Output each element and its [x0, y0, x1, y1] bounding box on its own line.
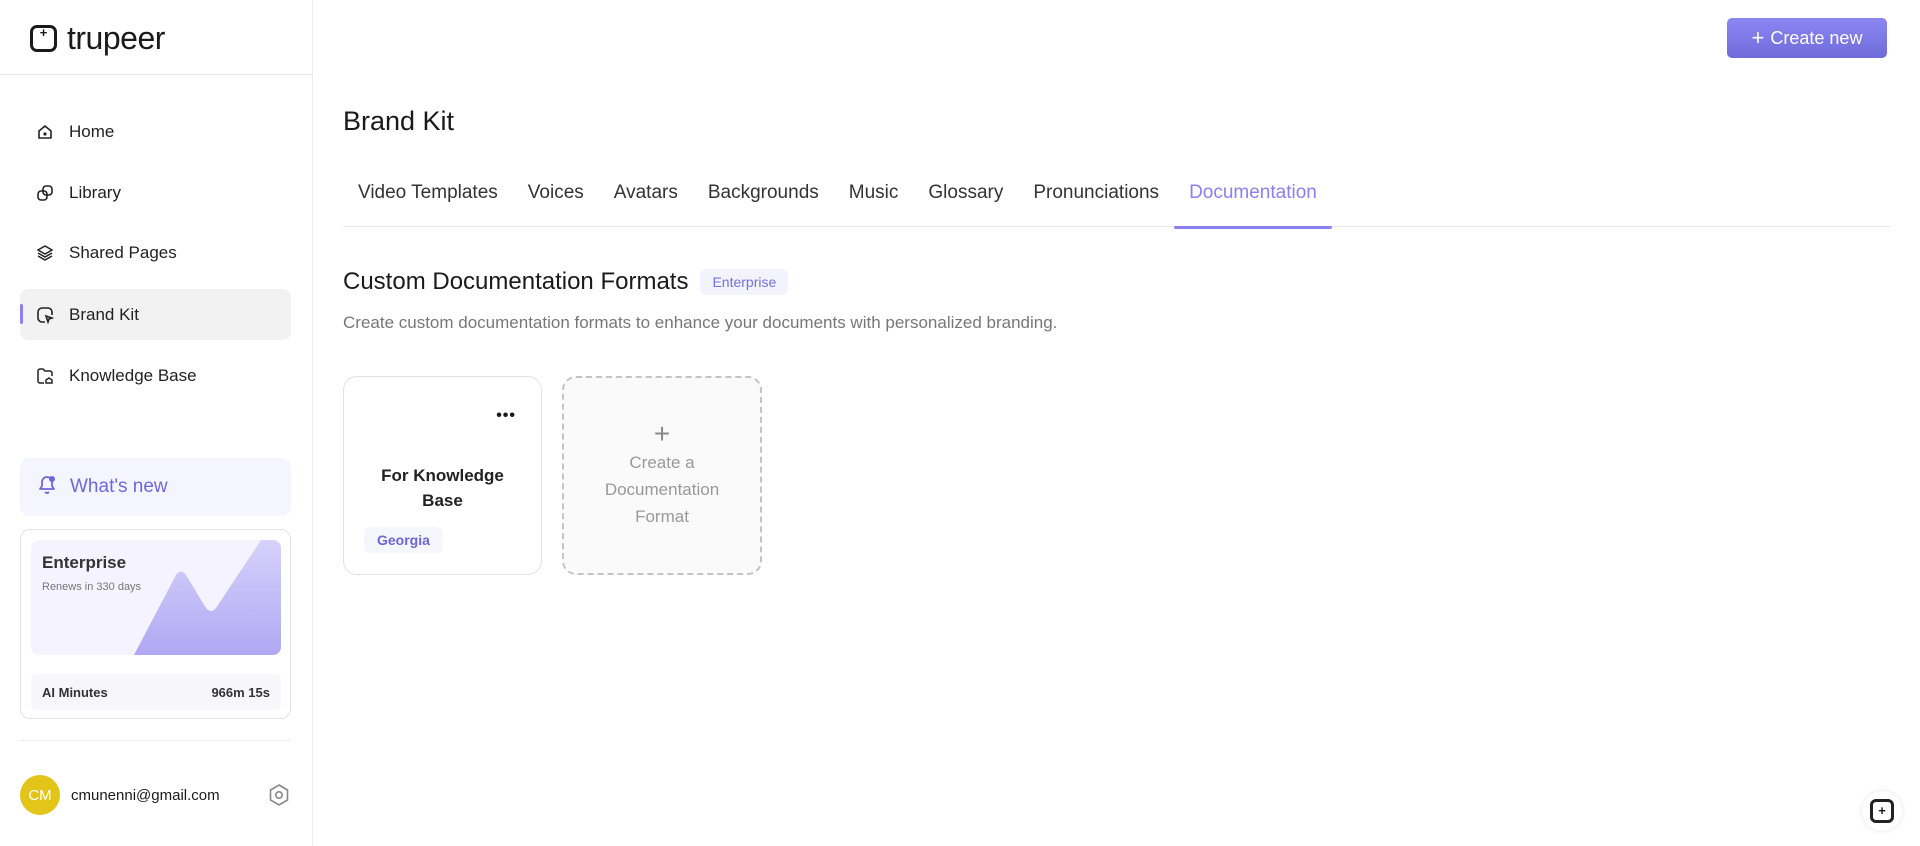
user-email: cmunenni@gmail.com — [71, 786, 220, 804]
sidebar-item-brand-kit[interactable]: Brand Kit — [20, 289, 291, 340]
font-badge: Georgia — [364, 527, 443, 553]
sidebar-item-label: Shared Pages — [69, 242, 177, 262]
brand-kit-tabs: Video Templates Voices Avatars Backgroun… — [343, 172, 1890, 229]
tab-documentation[interactable]: Documentation — [1174, 172, 1332, 229]
whats-new-button[interactable]: What's new — [20, 458, 291, 516]
sidebar-item-label: Brand Kit — [69, 304, 139, 324]
create-new-label: Create new — [1770, 27, 1863, 48]
sidebar-item-label: Knowledge Base — [69, 365, 197, 385]
create-new-button[interactable]: + Create new — [1727, 18, 1887, 58]
folder-icon — [35, 366, 55, 386]
plan-graph: Enterprise Renews in 330 days — [31, 540, 281, 655]
brand-kit-icon — [35, 305, 55, 325]
logo[interactable]: trupeer — [30, 20, 165, 57]
sidebar-item-knowledge-base[interactable]: Knowledge Base — [20, 350, 291, 401]
plan-renewal: Renews in 330 days — [42, 581, 142, 593]
section-header: Custom Documentation Formats Enterprise — [343, 268, 789, 296]
sidebar-item-shared-pages[interactable]: Shared Pages — [20, 227, 291, 278]
divider — [0, 74, 313, 75]
tab-pronunciations[interactable]: Pronunciations — [1018, 172, 1174, 227]
tab-glossary[interactable]: Glossary — [913, 172, 1018, 227]
ai-minutes-label: AI Minutes — [42, 684, 108, 700]
bell-icon — [36, 473, 58, 501]
tab-avatars[interactable]: Avatars — [599, 172, 693, 227]
ai-minutes-value: 966m 15s — [211, 684, 270, 700]
section-title: Custom Documentation Formats — [343, 268, 689, 295]
more-options-icon[interactable]: ••• — [496, 407, 516, 425]
tab-music[interactable]: Music — [834, 172, 914, 227]
documentation-format-card[interactable]: ••• For Knowledge Base Georgia — [343, 376, 542, 575]
plan-name: Enterprise — [42, 553, 127, 572]
logo-icon — [30, 25, 57, 52]
avatar: CM — [20, 775, 60, 815]
floating-widget-button[interactable]: + — [1862, 791, 1902, 831]
sidebar-item-library[interactable]: Library — [20, 167, 291, 218]
trupeer-logo-icon: + — [1870, 799, 1894, 823]
add-card-line: Format — [635, 507, 689, 526]
plus-icon: + — [653, 418, 671, 449]
settings-icon[interactable] — [266, 782, 292, 808]
add-card-line: Create a — [629, 453, 695, 472]
ai-minutes-row: AI Minutes 966m 15s — [31, 674, 281, 710]
home-icon — [35, 122, 55, 142]
tab-video-templates[interactable]: Video Templates — [343, 172, 513, 227]
add-card-line: Documentation — [604, 480, 720, 499]
tab-backgrounds[interactable]: Backgrounds — [693, 172, 834, 227]
create-documentation-format-button[interactable]: + Create a Documentation Format — [562, 376, 762, 575]
sidebar-item-label: Library — [69, 182, 121, 202]
sidebar-item-home[interactable]: Home — [20, 106, 291, 157]
section-description: Create custom documentation formats to e… — [343, 313, 1058, 332]
user-profile[interactable]: CM cmunenni@gmail.com — [20, 775, 220, 815]
sidebar: trupeer Home Library Shared Pages Brand … — [0, 0, 313, 846]
plan-card: Enterprise Renews in 330 days AI Minutes… — [20, 529, 291, 719]
whats-new-label: What's new — [70, 476, 168, 497]
enterprise-badge: Enterprise — [700, 269, 789, 295]
tab-voices[interactable]: Voices — [513, 172, 599, 227]
card-title: For Knowledge Base — [381, 466, 504, 510]
library-icon — [35, 183, 55, 203]
page-title: Brand Kit — [343, 106, 455, 136]
sidebar-item-label: Home — [69, 121, 115, 141]
divider — [20, 740, 291, 741]
plus-icon: + — [1751, 25, 1765, 50]
logo-text: trupeer — [67, 20, 165, 56]
layers-icon — [35, 243, 55, 263]
